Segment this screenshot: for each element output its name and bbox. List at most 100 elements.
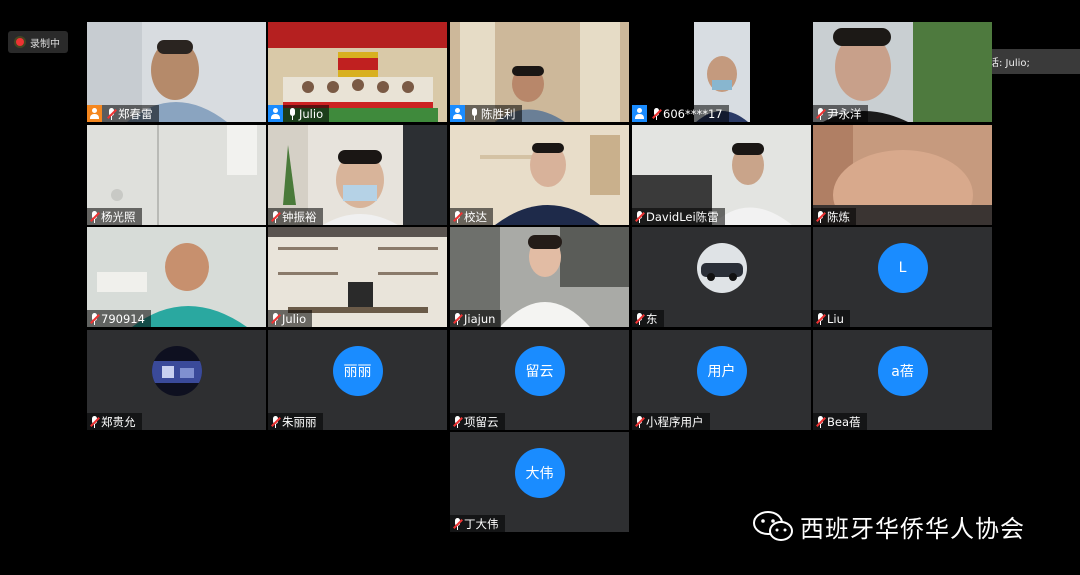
participant-name: 杨光照 <box>101 209 136 224</box>
wechat-icon <box>753 511 793 541</box>
video-tile[interactable]: 杨光照 <box>87 125 266 225</box>
host-icon <box>87 105 102 122</box>
participant-nameplate: 项留云 <box>450 413 505 430</box>
mic-muted-icon <box>453 210 463 223</box>
video-tile-off[interactable]: a蓓 Bea蓓 <box>813 330 992 430</box>
video-tile[interactable]: 尹永洋 <box>813 22 992 122</box>
participant-nameplate: 尹永洋 <box>813 105 868 122</box>
participant-name: Jiajun <box>464 311 496 326</box>
participant-name: 尹永洋 <box>827 106 862 121</box>
participant-name: 项留云 <box>464 414 499 429</box>
mic-muted-icon <box>271 415 281 428</box>
mic-muted-icon <box>816 107 826 120</box>
participant-nameplate: DavidLei陈雷 <box>632 208 725 225</box>
record-dot-icon <box>16 38 24 46</box>
recording-indicator[interactable]: 录制中 <box>8 31 68 53</box>
cohost-icon <box>268 105 283 122</box>
mic-muted-icon <box>635 210 645 223</box>
participant-nameplate: 郑贵允 <box>87 413 142 430</box>
video-tile[interactable]: 校达 <box>450 125 629 225</box>
participant-avatar-photo <box>151 346 202 396</box>
video-tile-off[interactable]: 丽丽 朱丽丽 <box>268 330 447 430</box>
mic-muted-icon <box>816 312 826 325</box>
mic-muted-icon <box>271 312 281 325</box>
mic-muted-icon <box>90 312 100 325</box>
video-tile-off[interactable]: 东 <box>632 227 811 327</box>
watermark-text: 西班牙华侨华人协会 <box>800 514 1025 543</box>
participant-avatar-photo <box>696 243 747 293</box>
mic-muted-icon <box>635 415 645 428</box>
video-tile-speaking[interactable]: Julio <box>268 22 447 122</box>
video-tile[interactable]: DavidLei陈雷 <box>632 125 811 225</box>
participant-nameplate: 陈胜利 <box>450 105 522 122</box>
participant-avatar: 大伟 <box>514 448 565 498</box>
participant-name: Bea蓓 <box>827 414 861 429</box>
mic-muted-icon <box>271 210 281 223</box>
participant-avatar: L <box>877 243 928 293</box>
participant-name: 东 <box>646 311 658 326</box>
participant-name: Julio <box>282 311 307 326</box>
mic-muted-icon <box>635 312 645 325</box>
video-tile[interactable]: 陈炼 <box>813 125 992 225</box>
recording-label: 录制中 <box>30 38 60 50</box>
mic-muted-icon <box>107 107 117 120</box>
participant-name: 小程序用户 <box>646 414 704 429</box>
video-tile[interactable]: 钟振裕 <box>268 125 447 225</box>
participant-avatar: 丽丽 <box>332 346 383 396</box>
participant-name: 钟振裕 <box>282 209 317 224</box>
mic-icon <box>288 107 297 120</box>
mic-icon <box>470 107 479 120</box>
participant-nameplate: 陈炼 <box>813 208 856 225</box>
participant-avatar: a蓓 <box>877 346 928 396</box>
mic-muted-icon <box>90 415 100 428</box>
video-tile[interactable]: 606****17 <box>632 22 811 122</box>
participant-avatar: 留云 <box>514 346 565 396</box>
participant-name: 郑春雷 <box>118 106 153 121</box>
mic-muted-icon <box>816 210 826 223</box>
participant-name: Julio <box>299 106 324 121</box>
participant-nameplate: 小程序用户 <box>632 413 710 430</box>
participant-name: 朱丽丽 <box>282 414 317 429</box>
video-tile[interactable]: 790914 <box>87 227 266 327</box>
participant-nameplate: Liu <box>813 310 850 327</box>
mic-muted-icon <box>90 210 100 223</box>
video-tile-off[interactable]: 大伟 丁大伟 <box>450 432 629 532</box>
participant-nameplate: 杨光照 <box>87 208 142 225</box>
video-tile-off[interactable]: 用户 小程序用户 <box>632 330 811 430</box>
mic-muted-icon <box>453 312 463 325</box>
participant-name: 790914 <box>101 311 145 326</box>
mic-muted-icon <box>453 517 463 530</box>
participant-name: Liu <box>827 311 844 326</box>
video-tile-off[interactable]: 留云 项留云 <box>450 330 629 430</box>
cohost-icon <box>450 105 465 122</box>
participant-nameplate: 郑春雷 <box>87 105 159 122</box>
video-tile[interactable]: Jiajun <box>450 227 629 327</box>
participant-nameplate: Julio <box>268 310 313 327</box>
participant-name: DavidLei陈雷 <box>646 209 719 224</box>
participant-name: 郑贵允 <box>101 414 136 429</box>
video-tile-off[interactable]: L Liu <box>813 227 992 327</box>
participant-nameplate: 丁大伟 <box>450 515 505 532</box>
participant-nameplate: Jiajun <box>450 310 502 327</box>
video-tile[interactable]: 陈胜利 <box>450 22 629 122</box>
video-tile-host[interactable]: 郑春雷 <box>87 22 266 122</box>
participant-nameplate: Bea蓓 <box>813 413 867 430</box>
participant-nameplate: 钟振裕 <box>268 208 323 225</box>
cohost-icon <box>632 105 647 122</box>
video-tile[interactable]: Julio <box>268 227 447 327</box>
mic-muted-icon <box>816 415 826 428</box>
participant-name: 丁大伟 <box>464 516 499 531</box>
participant-nameplate: 东 <box>632 310 664 327</box>
participant-nameplate: 790914 <box>87 310 151 327</box>
account-watermark: 西班牙华侨华人协会 <box>752 506 1025 546</box>
participant-name: 陈胜利 <box>481 106 516 121</box>
participant-avatar: 用户 <box>696 346 747 396</box>
participant-nameplate: 朱丽丽 <box>268 413 323 430</box>
participant-nameplate: Julio <box>268 105 330 122</box>
participant-nameplate: 606****17 <box>632 105 729 122</box>
video-tile-off[interactable]: 郑贵允 <box>87 330 266 430</box>
mic-muted-icon <box>652 107 662 120</box>
mic-muted-icon <box>453 415 463 428</box>
participant-name: 校达 <box>464 209 487 224</box>
participant-name: 陈炼 <box>827 209 850 224</box>
